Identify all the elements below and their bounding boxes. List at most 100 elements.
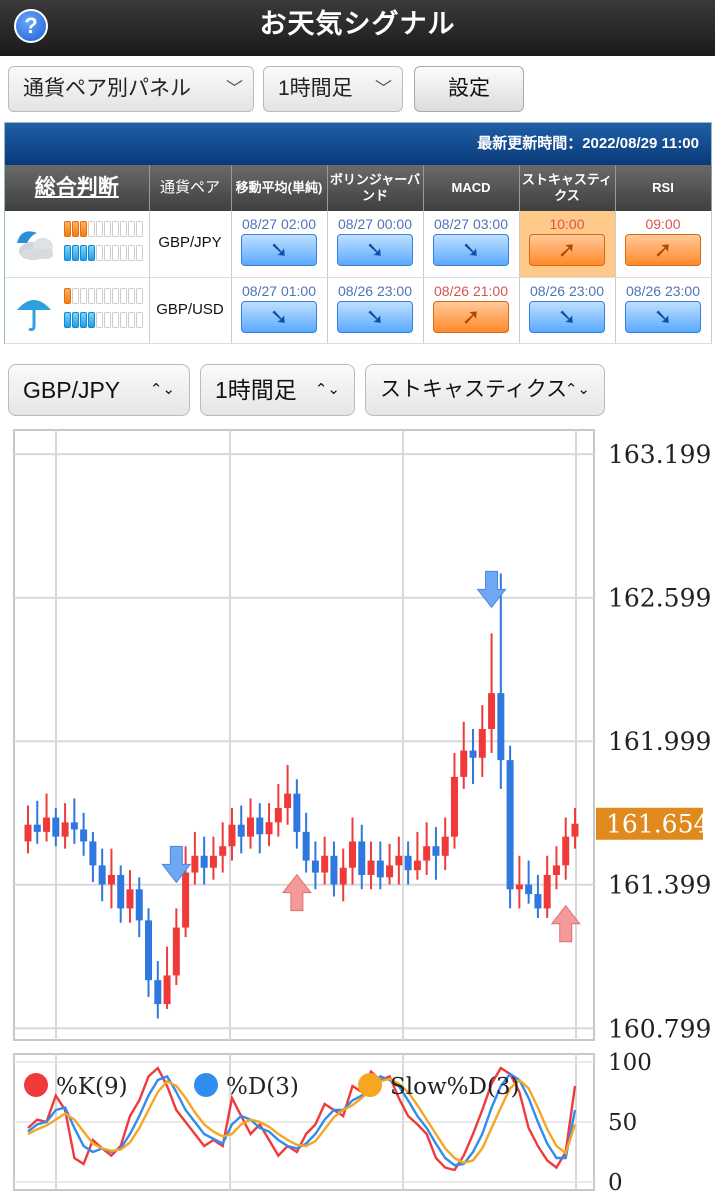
overall-cell (5, 211, 150, 278)
candle-body (145, 920, 153, 981)
signal-cell[interactable]: 08/26 23:00 ➘ (519, 277, 616, 344)
candle-body (339, 867, 347, 885)
signal-cell[interactable]: 08/26 23:00 ➘ (327, 277, 424, 344)
rainy-meter (63, 311, 145, 328)
candle-body (302, 831, 310, 861)
pair-cell[interactable]: GBP/USD (149, 277, 232, 344)
signal-table: 総合判断 通貨ペア 移動平均(単純) ボリンジャーバンド MACD ストキャステ… (5, 165, 712, 344)
chevron-down-icon: ﹀ (226, 79, 243, 98)
header-stochastics[interactable]: ストキャスティクス (519, 165, 616, 211)
signal-cell[interactable]: 08/27 03:00 ➘ (423, 211, 520, 278)
price-tick-label: 163.199 (608, 440, 711, 469)
signal-time: 08/26 23:00 (626, 282, 700, 299)
sell-signal-arrow-icon[interactable]: ➘ (625, 300, 701, 333)
candle-body (219, 846, 227, 856)
timeframe-select[interactable]: 1時間足 ﹀ (263, 66, 403, 112)
signal-cell[interactable]: 08/27 01:00 ➘ (231, 277, 328, 344)
candle-body (321, 855, 329, 873)
chart-pair-select[interactable]: GBP/JPY ⌃⌄ (8, 364, 190, 416)
candle-body (265, 822, 273, 835)
candle-body (80, 829, 88, 842)
candle-body (562, 836, 570, 866)
signal-row[interactable]: GBP/USD 08/27 01:00 ➘ 08/26 23:00 ➘ 08/26 21:… (5, 277, 712, 344)
signal-cell[interactable]: 10:00 ➚ (519, 211, 616, 278)
signal-time: 08/26 21:00 (434, 282, 508, 299)
signal-row[interactable]: GBP/JPY 08/27 02:00 ➘ 08/27 00:00 ➘ 08/27 03:… (5, 211, 712, 278)
chart-timeframe-select[interactable]: 1時間足 ⌃⌄ (200, 364, 355, 416)
header-bollinger[interactable]: ボリンジャーバンド (327, 165, 424, 211)
cloudy-icon (17, 231, 53, 260)
candle-body (432, 846, 440, 856)
header-macd[interactable]: MACD (423, 165, 520, 211)
legend-swatch (24, 1073, 48, 1097)
legend-label: Slow%D(3) (390, 1074, 520, 1100)
signal-time: 08/27 01:00 (242, 282, 316, 299)
candle-body (311, 860, 319, 873)
candle-body (534, 894, 542, 909)
candle-body (404, 855, 412, 871)
candle-body (423, 846, 431, 861)
header-pair[interactable]: 通貨ペア (149, 165, 232, 211)
candle-body (209, 855, 217, 868)
legend-swatch (358, 1073, 382, 1097)
sell-signal-arrow-icon[interactable]: ➘ (241, 234, 317, 266)
pair-cell[interactable]: GBP/JPY (149, 211, 232, 278)
candle-body (543, 874, 551, 909)
candle-body (413, 860, 421, 871)
sell-signal-arrow-icon[interactable]: ➘ (337, 300, 413, 333)
sell-signal-arrow-icon[interactable]: ➘ (433, 234, 509, 266)
signal-time: 08/27 02:00 (242, 216, 316, 232)
buy-signal-arrow-icon[interactable]: ➚ (433, 300, 509, 333)
signal-cell[interactable]: 08/27 02:00 ➘ (231, 211, 328, 278)
candle-body (293, 793, 301, 832)
candle-body (24, 824, 32, 842)
signal-cell[interactable]: 09:00 ➚ (615, 211, 712, 278)
sell-signal-arrow-icon[interactable]: ➘ (337, 234, 413, 266)
candle-body (33, 824, 41, 832)
legend-label: %D(3) (226, 1074, 299, 1100)
signal-cell[interactable]: 08/26 23:00 ➘ (615, 277, 712, 344)
header-overall[interactable]: 総合判断 (5, 165, 150, 211)
timeframe-select-value: 1時間足 (278, 77, 353, 100)
signal-cell[interactable]: 08/26 21:00 ➚ (423, 277, 520, 344)
candle-body (228, 824, 236, 847)
candle-body (358, 841, 366, 875)
price-tick-label: 161.999 (608, 727, 711, 756)
signal-time: 08/26 23:00 (530, 282, 604, 299)
candle-body (154, 980, 162, 1005)
signal-time: 08/27 00:00 (338, 216, 412, 232)
candle-body (98, 865, 106, 885)
candle-body (488, 693, 496, 730)
sell-signal-arrow-icon[interactable]: ➘ (529, 300, 605, 333)
candle-body (478, 729, 486, 758)
candle-body (172, 927, 180, 976)
price-tick-label: 161.399 (608, 871, 711, 900)
buy-signal-arrow-icon[interactable]: ➚ (529, 234, 605, 266)
sunny-meter (63, 221, 145, 237)
indicator-value: ストキャスティクス (380, 378, 568, 401)
price-chart[interactable]: 163.199 162.599 161.999 161.399 160.799 161.6… (0, 425, 715, 1200)
app-title: お天気シグナル (259, 9, 456, 39)
signal-table-header: 総合判断 通貨ペア 移動平均(単純) ボリンジャーバンド MACD ストキャステ… (5, 165, 712, 211)
view-select[interactable]: 通貨ペア別パネル ﹀ (8, 66, 254, 112)
candle-body (256, 817, 264, 835)
candle-body (237, 824, 245, 837)
candle-body (367, 860, 375, 875)
indicator-select[interactable]: ストキャスティクス ⌃⌄ (365, 364, 605, 416)
candle-body (571, 823, 579, 837)
signal-time: 10:00 (549, 216, 585, 232)
candle-body (107, 874, 115, 885)
candle-body (376, 860, 384, 878)
header-sma[interactable]: 移動平均(単純) (231, 165, 328, 211)
candle-body (515, 884, 523, 890)
signal-time: 08/27 03:00 (434, 216, 508, 232)
legend-label: %K(9) (56, 1074, 128, 1100)
settings-button[interactable]: 設定 (414, 66, 524, 112)
candle-body (441, 836, 449, 856)
buy-signal-arrow-icon[interactable]: ➚ (625, 234, 701, 266)
candle-body (506, 760, 514, 890)
sell-signal-arrow-icon[interactable]: ➘ (241, 300, 317, 333)
signal-cell[interactable]: 08/27 00:00 ➘ (327, 211, 424, 278)
header-rsi[interactable]: RSI (615, 165, 712, 211)
signal-time: 09:00 (645, 216, 681, 232)
